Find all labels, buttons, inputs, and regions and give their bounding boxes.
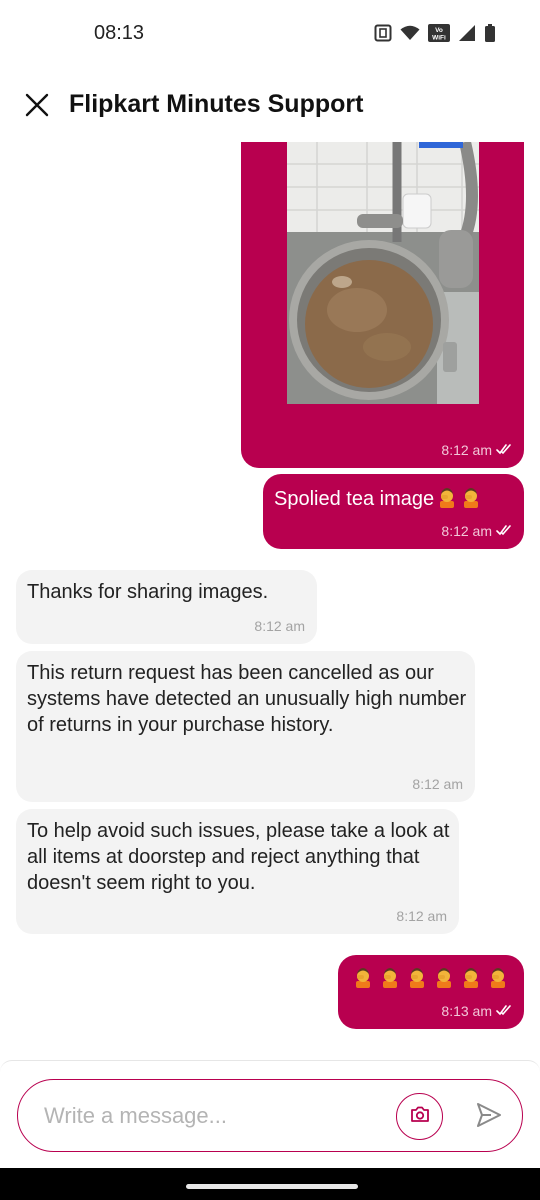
send-icon [475, 1101, 503, 1134]
message-meta: 8:12 am [441, 442, 512, 458]
message-meta: 8:12 am [441, 523, 512, 539]
system-nav-bar [0, 1168, 540, 1200]
close-icon[interactable] [22, 90, 52, 120]
message-time: 8:13 am [441, 1003, 492, 1019]
vowifi-icon: Vo WiFi [428, 24, 450, 42]
send-button[interactable] [470, 1098, 508, 1136]
status-icons: Vo WiFi [374, 24, 496, 42]
chat-messages[interactable]: 8:12 am Spolied tea image 8:12 am Thanks… [0, 142, 540, 1060]
message-bubble-incoming[interactable]: To help avoid such issues, please take a… [16, 809, 459, 934]
page-title: Flipkart Minutes Support [69, 90, 364, 118]
face-palm-emoji-icon [379, 966, 401, 988]
message-time: 8:12 am [441, 442, 492, 458]
status-time: 08:13 [94, 22, 145, 44]
face-palm-emoji-icon [406, 966, 428, 988]
message-bubble-incoming[interactable]: Thanks for sharing images. 8:12 am [16, 570, 317, 644]
battery-icon [484, 24, 496, 42]
message-text: This return request has been cancelled a… [27, 662, 467, 736]
message-text: To help avoid such issues, please take a… [27, 820, 450, 894]
home-indicator[interactable] [186, 1184, 358, 1189]
wifi-icon [400, 25, 420, 41]
message-meta: 8:12 am [396, 908, 447, 924]
double-tick-icon [496, 523, 512, 539]
chat-header: Flipkart Minutes Support [0, 68, 540, 142]
message-meta: 8:12 am [412, 776, 463, 792]
face-palm-emoji-icon [433, 966, 455, 988]
camera-button[interactable] [396, 1093, 443, 1140]
message-meta: 8:12 am [254, 618, 305, 634]
status-bar: 08:13 Vo WiFi [0, 0, 540, 68]
composer-area [0, 1060, 540, 1168]
message-meta: 8:13 am [441, 1003, 512, 1019]
face-palm-emoji-icon [352, 966, 374, 988]
face-palm-emoji-icon [460, 966, 482, 988]
message-bubble-outgoing[interactable]: Spolied tea image 8:12 am [263, 474, 524, 549]
nfc-icon [374, 24, 392, 42]
message-text: Thanks for sharing images. [27, 581, 269, 603]
face-palm-emoji-icon [436, 486, 458, 508]
double-tick-icon [496, 442, 512, 458]
face-palm-emoji-icon [460, 486, 482, 508]
tea-pot-photo[interactable] [287, 142, 479, 404]
double-tick-icon [496, 1003, 512, 1019]
message-bubble-incoming[interactable]: This return request has been cancelled a… [16, 651, 475, 802]
message-input[interactable] [44, 1100, 374, 1132]
svg-text:WiFi: WiFi [432, 35, 446, 42]
message-text: Spolied tea image [274, 488, 435, 510]
signal-icon [458, 24, 476, 42]
message-time: 8:12 am [441, 523, 492, 539]
message-image-bubble[interactable]: 8:12 am [241, 142, 524, 468]
message-time: 8:12 am [396, 908, 447, 924]
emoji-row [350, 966, 509, 988]
message-composer [17, 1079, 523, 1152]
message-time: 8:12 am [254, 618, 305, 634]
message-time: 8:12 am [412, 776, 463, 792]
message-bubble-outgoing[interactable]: 8:13 am [338, 955, 524, 1029]
face-palm-emoji-icon [487, 966, 509, 988]
svg-text:Vo: Vo [435, 27, 443, 34]
camera-icon [410, 1105, 430, 1128]
message-text-wrapper: Spolied tea image [274, 486, 482, 512]
